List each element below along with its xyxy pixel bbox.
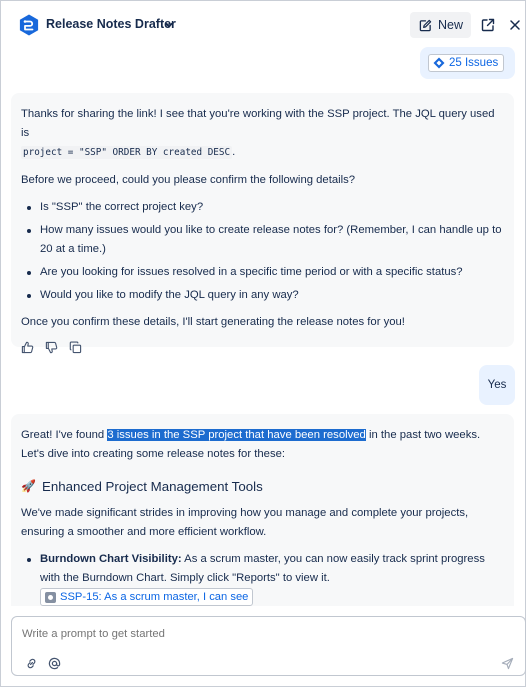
message-closing: Once you confirm these details, I'll sta… — [21, 316, 405, 328]
thumbs-up-icon[interactable] — [21, 341, 34, 354]
message-intro: Thanks for sharing the link! I see that … — [21, 108, 495, 139]
issue-type-icon — [45, 591, 56, 603]
issues-chip-label: 25 Issues — [449, 57, 499, 69]
section-paragraph: We've made significant strides in improv… — [21, 507, 469, 538]
app-title[interactable]: Release Notes Drafter — [46, 17, 176, 31]
chat-thread[interactable]: 25 Issues Thanks for sharing the link! I… — [1, 45, 525, 606]
new-button-label: New — [438, 18, 464, 32]
close-icon[interactable] — [509, 19, 521, 31]
prompt-composer — [11, 616, 526, 676]
copy-icon[interactable] — [69, 341, 82, 354]
app-window: Release Notes Drafter New 25 Issues Than… — [0, 0, 526, 687]
selected-text[interactable]: 3 issues in the SSP project that have be… — [107, 429, 366, 441]
bullet-list: Is "SSP" the correct project key? How ma… — [21, 198, 504, 305]
user-message: Yes — [479, 365, 515, 405]
message-text: Great! I've found 3 issues in the SSP pr… — [21, 426, 504, 464]
open-in-new-window-icon[interactable] — [481, 18, 495, 32]
new-chat-button[interactable]: New — [410, 12, 471, 38]
list-item: Burndown Chart Visibility: As a scrum ma… — [21, 550, 504, 606]
reaction-bar — [21, 341, 504, 354]
list-item: Are you looking for issues resolved in a… — [21, 263, 504, 282]
issues-chip[interactable]: 25 Issues — [428, 54, 505, 72]
rocket-icon: 🚀 — [21, 479, 36, 493]
issue-link-label: SSP-15: As a scrum master, I can see — [60, 590, 249, 603]
list-item: Is "SSP" the correct project key? — [21, 198, 504, 217]
user-attachment-bubble: 25 Issues — [420, 47, 515, 79]
query-period: . — [232, 146, 236, 158]
user-message-text: Yes — [487, 379, 507, 391]
bullet-list: Burndown Chart Visibility: As a scrum ma… — [21, 550, 504, 606]
mention-icon[interactable] — [48, 657, 61, 670]
send-icon[interactable] — [501, 657, 514, 670]
assistant-message: Thanks for sharing the link! I see that … — [11, 93, 514, 354]
item-title: Burndown Chart Visibility: — [40, 553, 182, 565]
assistant-message: Great! I've found 3 issues in the SSP pr… — [11, 414, 514, 606]
section-heading-text: Enhanced Project Management Tools — [41, 479, 263, 494]
section-heading: 🚀 Enhanced Project Management Tools — [21, 477, 504, 496]
message-lead: Great! I've found — [21, 429, 108, 441]
list-item: Would you like to modify the JQL query i… — [21, 286, 504, 305]
thumbs-down-icon[interactable] — [45, 341, 58, 354]
jira-icon — [433, 57, 445, 69]
jql-query: project = "SSP" ORDER BY created DESC — [21, 146, 233, 159]
prompt-input[interactable] — [22, 628, 502, 640]
list-item: How many issues would you like to create… — [21, 221, 504, 259]
chevron-down-icon[interactable] — [163, 19, 175, 31]
header: Release Notes Drafter New — [1, 1, 525, 49]
message-text: Thanks for sharing the link! I see that … — [21, 105, 504, 162]
message-confirm: Before we proceed, could you please conf… — [21, 174, 356, 186]
issue-link-chip[interactable]: SSP-15: As a scrum master, I can see — [40, 588, 254, 606]
release-notes-logo-icon — [19, 14, 39, 36]
edit-icon — [419, 19, 432, 31]
attach-link-icon[interactable] — [25, 657, 38, 670]
